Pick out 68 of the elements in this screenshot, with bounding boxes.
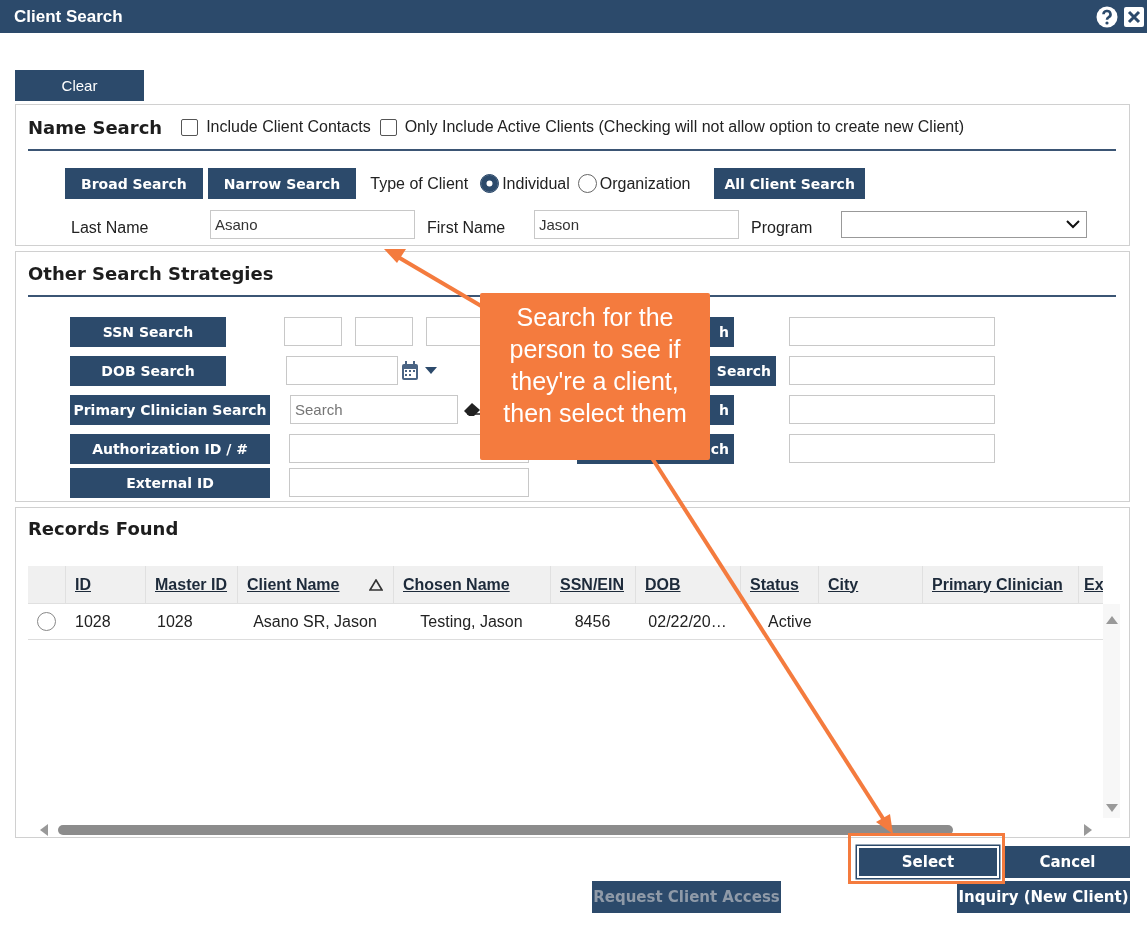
input-field[interactable] <box>355 317 413 346</box>
table-cell: 8456 <box>574 612 611 630</box>
help-icon[interactable] <box>1096 5 1118 28</box>
chevron-down-icon <box>1066 220 1080 229</box>
column-header[interactable]: DOB <box>645 575 681 594</box>
radio-label: Individual <box>502 174 570 193</box>
table-cell: 02/22/20… <box>648 612 727 630</box>
column-header[interactable]: Status <box>750 575 799 594</box>
search-button[interactable]: Broad Search <box>65 168 203 199</box>
section-title: Name Search <box>28 116 163 138</box>
search-button[interactable]: DOB Search <box>70 355 226 386</box>
window-title: Client Search <box>14 6 123 27</box>
table-cell: 1028 <box>75 612 111 630</box>
clear-button[interactable]: Clear <box>15 70 144 101</box>
scroll-left-icon[interactable] <box>40 824 48 836</box>
scroll-up-icon[interactable] <box>1105 616 1118 624</box>
input-field[interactable] <box>284 317 342 346</box>
input-field[interactable] <box>789 434 995 463</box>
input-field[interactable] <box>789 356 995 385</box>
field-label: Last Name <box>71 217 150 237</box>
checkbox[interactable] <box>379 118 397 136</box>
input-field[interactable] <box>789 395 995 424</box>
column-header[interactable]: Ex <box>1084 575 1103 594</box>
table-cell: Asano SR, Jason <box>253 612 377 630</box>
field-label: Type of Client <box>370 174 469 193</box>
table-cell: 1028 <box>157 612 193 630</box>
table-cell: Testing, Jason <box>420 612 523 630</box>
column-header[interactable]: Client Name <box>247 575 340 594</box>
checkbox-label: Only Include Active Clients (Checking will not allow option to create new Client) <box>404 118 965 136</box>
cancel-button[interactable]: Cancel <box>1005 846 1130 878</box>
table-cell: Active <box>768 612 812 630</box>
scroll-down-icon[interactable] <box>1105 804 1118 812</box>
caret-icon[interactable] <box>425 367 437 374</box>
search-button[interactable]: Authorization ID / # <box>70 433 270 464</box>
field-label: First Name <box>427 217 507 237</box>
search-button[interactable]: Primary Clinician Search <box>70 394 270 425</box>
column-header[interactable]: Master ID <box>155 575 228 594</box>
date-field[interactable] <box>286 356 398 385</box>
vertical-scrollbar[interactable] <box>1103 604 1120 818</box>
column-header[interactable]: ID <box>75 575 91 594</box>
radio-button[interactable] <box>480 174 500 193</box>
input-field[interactable] <box>289 468 529 497</box>
callout-tooltip: Search for the person to see if they're a client, then select them <box>480 293 710 460</box>
column-header[interactable]: Chosen Name <box>403 575 510 594</box>
close-icon[interactable] <box>1124 6 1144 27</box>
input-field[interactable] <box>789 317 995 346</box>
section-title: Records Found <box>28 518 179 541</box>
search-button[interactable]: SSN Search <box>70 316 226 347</box>
column-header[interactable]: SSN/EIN <box>560 575 624 594</box>
section-title: Other Search Strategies <box>28 263 274 286</box>
field-label: Program <box>751 217 814 237</box>
radio-label: Organization <box>599 174 691 193</box>
column-header[interactable]: City <box>828 575 859 594</box>
scroll-right-icon[interactable] <box>1084 824 1092 836</box>
inquiry-button[interactable]: Inquiry (New Client) <box>957 881 1130 913</box>
all-client-search-button[interactable]: All Client Search <box>714 168 865 199</box>
select-button[interactable]: Select <box>857 846 999 878</box>
checkbox-label: Include Client Contacts <box>206 118 371 136</box>
scrollbar-thumb[interactable] <box>58 825 953 835</box>
search-button[interactable]: External ID <box>70 467 270 498</box>
input-field[interactable]: Asano <box>210 210 415 239</box>
input-field[interactable]: Jason <box>534 210 739 239</box>
search-field[interactable]: Search <box>290 395 458 424</box>
program-select[interactable] <box>841 211 1087 238</box>
calendar-icon[interactable] <box>401 360 419 381</box>
search-button[interactable]: Narrow Search <box>207 168 357 199</box>
column-header[interactable]: Primary Clinician <box>932 575 1063 594</box>
checkbox[interactable] <box>181 118 199 136</box>
